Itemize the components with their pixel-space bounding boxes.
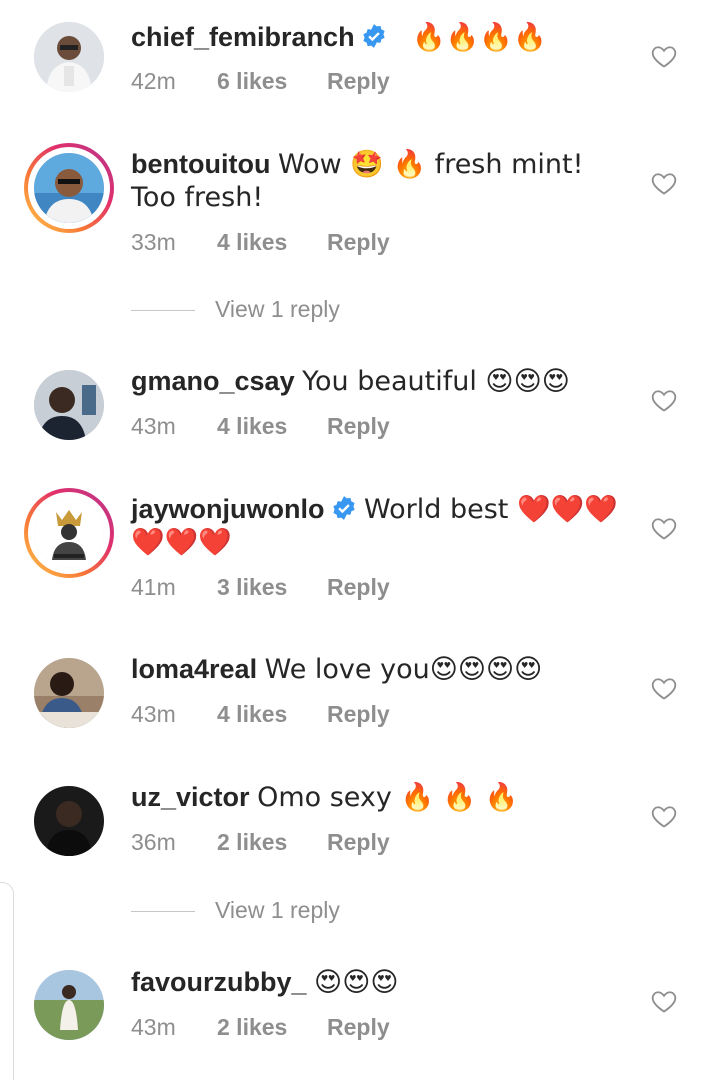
heart-outline-icon[interactable]	[650, 42, 678, 70]
comment-text: jaywonjuwonlo World best ❤️❤️❤️❤️❤️❤️	[131, 493, 631, 559]
comment-body: Omo sexy 🔥 🔥 🔥	[257, 782, 519, 813]
reply-button[interactable]: Reply	[327, 413, 390, 440]
username[interactable]: uz_victor	[131, 782, 250, 812]
comment-meta: 33m 4 likes Reply	[131, 229, 390, 256]
likes-count[interactable]: 2 likes	[217, 1014, 327, 1041]
username[interactable]: jaywonjuwonlo	[131, 494, 325, 524]
reply-button[interactable]: Reply	[327, 574, 390, 601]
reply-button[interactable]: Reply	[327, 68, 390, 95]
comment-meta: 36m 2 likes Reply	[131, 829, 390, 856]
view-replies-button[interactable]: View 1 reply	[131, 897, 340, 924]
comment-text: gmano_csay You beautiful 😍😍😍	[131, 365, 631, 398]
edge-handle[interactable]	[0, 882, 14, 1080]
comment-time: 42m	[131, 68, 176, 94]
avatar[interactable]	[34, 658, 104, 728]
view-replies-label: View 1 reply	[215, 296, 340, 322]
likes-count[interactable]: 3 likes	[217, 574, 327, 601]
avatar[interactable]	[34, 970, 104, 1040]
avatar[interactable]	[34, 370, 104, 440]
comment-body: 🔥🔥🔥🔥	[412, 22, 547, 53]
likes-count[interactable]: 4 likes	[217, 701, 327, 728]
comment-meta: 43m 4 likes Reply	[131, 701, 390, 728]
comment-body: You beautiful 😍😍😍	[302, 366, 570, 397]
comment-text: favourzubby_ 😍😍😍	[131, 966, 631, 999]
comment-text: loma4real We love you😍😍😍😍	[131, 653, 631, 686]
heart-outline-icon[interactable]	[650, 169, 678, 197]
username[interactable]: favourzubby_	[131, 967, 307, 997]
username[interactable]: loma4real	[131, 654, 257, 684]
heart-outline-icon[interactable]	[650, 674, 678, 702]
comment-meta: 43m 4 likes Reply	[131, 413, 390, 440]
comment-time: 43m	[131, 1014, 176, 1040]
username[interactable]: chief_femibranch	[131, 22, 355, 52]
avatar	[34, 498, 104, 568]
likes-count[interactable]: 4 likes	[217, 229, 327, 256]
comment-meta: 42m 6 likes Reply	[131, 68, 390, 95]
comment-time: 43m	[131, 413, 176, 439]
view-replies-label: View 1 reply	[215, 897, 340, 923]
username[interactable]: gmano_csay	[131, 366, 295, 396]
heart-outline-icon[interactable]	[650, 514, 678, 542]
comment-meta: 41m 3 likes Reply	[131, 574, 390, 601]
comment-time: 33m	[131, 229, 176, 255]
reply-button[interactable]: Reply	[327, 229, 390, 256]
heart-outline-icon[interactable]	[650, 386, 678, 414]
comment-text: bentouitou Wow 🤩 🔥 fresh mint! Too fresh…	[131, 148, 631, 214]
avatar	[34, 153, 104, 223]
verified-badge-icon	[362, 24, 385, 48]
heart-outline-icon[interactable]	[650, 802, 678, 830]
verified-badge-icon	[332, 496, 355, 520]
divider-line	[131, 310, 195, 312]
comment-meta: 43m 2 likes Reply	[131, 1014, 390, 1041]
comment-time: 43m	[131, 701, 176, 727]
story-ring[interactable]	[24, 143, 114, 233]
avatar[interactable]	[34, 22, 104, 92]
heart-outline-icon[interactable]	[650, 987, 678, 1015]
comment-text: uz_victor Omo sexy 🔥 🔥 🔥	[131, 781, 631, 814]
divider-line	[131, 911, 195, 913]
likes-count[interactable]: 6 likes	[217, 68, 327, 95]
story-ring[interactable]	[24, 488, 114, 578]
likes-count[interactable]: 4 likes	[217, 413, 327, 440]
comment-text: chief_femibranch 🔥🔥🔥🔥	[131, 21, 631, 54]
username[interactable]: bentouitou	[131, 149, 270, 179]
reply-button[interactable]: Reply	[327, 829, 390, 856]
comment-time: 36m	[131, 829, 176, 855]
comment-body: We love you😍😍😍😍	[264, 654, 543, 685]
reply-button[interactable]: Reply	[327, 1014, 390, 1041]
likes-count[interactable]: 2 likes	[217, 829, 327, 856]
comments-screen: chief_femibranch 🔥🔥🔥🔥 42m 6 likes Reply b	[0, 0, 720, 1080]
comment-time: 41m	[131, 574, 176, 600]
view-replies-button[interactable]: View 1 reply	[131, 296, 340, 323]
reply-button[interactable]: Reply	[327, 701, 390, 728]
avatar[interactable]	[34, 786, 104, 856]
comment-body: 😍😍😍	[314, 967, 399, 998]
